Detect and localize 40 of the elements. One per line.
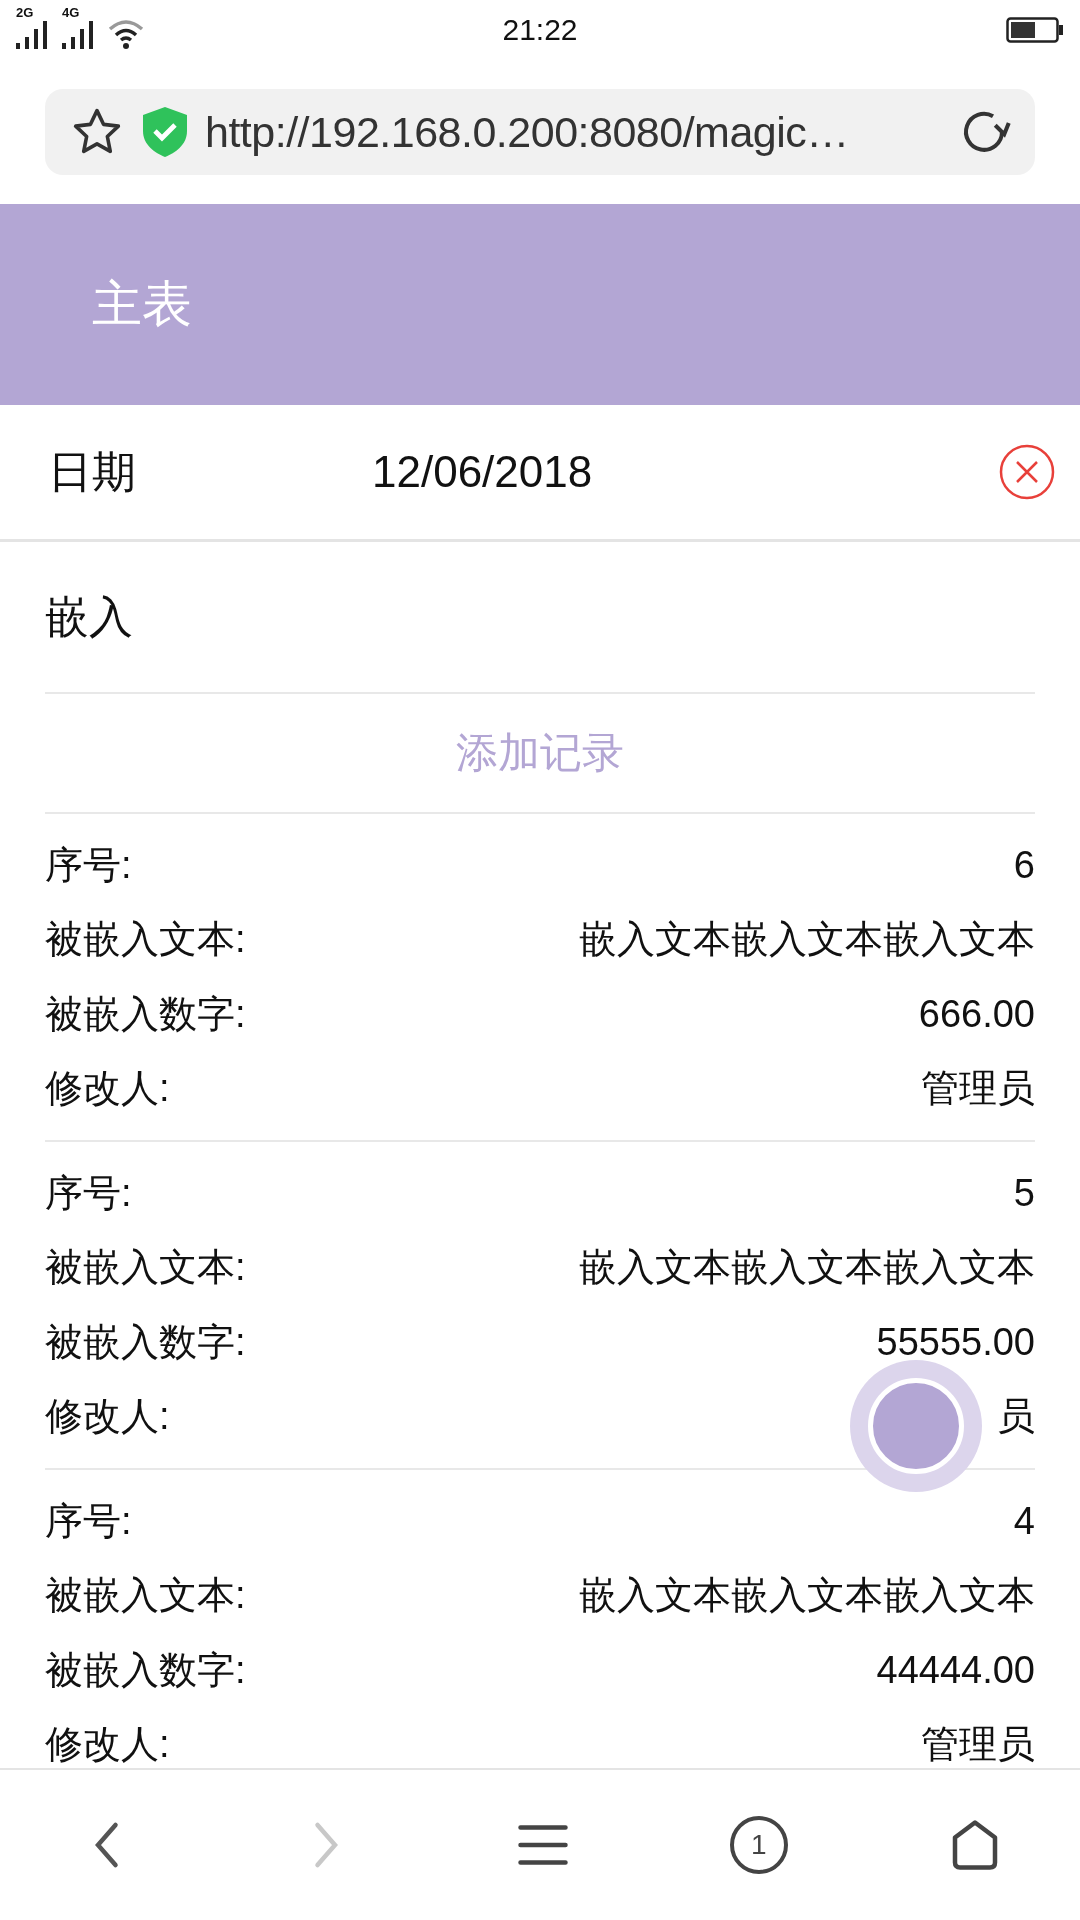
field-value: 44444.00 (876, 1648, 1035, 1692)
field-label: 被嵌入文本: (45, 1573, 246, 1619)
address-bar[interactable]: http://192.168.0.200:8080/magic… (45, 89, 1035, 175)
field-value: 55555.00 (876, 1320, 1035, 1364)
field-label: 修改人: (45, 1066, 170, 1112)
field-label: 序号: (45, 1498, 132, 1544)
url-text: http://192.168.0.200:8080/magic… (205, 107, 850, 157)
field-value: 管理员 (921, 1066, 1035, 1112)
network-type: 2G (16, 5, 34, 20)
field-label: 被嵌入文本: (45, 917, 246, 963)
page-title: 主表 (92, 275, 192, 334)
field-value: 嵌入文本嵌入文本嵌入文本 (579, 917, 1035, 963)
field-label: 被嵌入数字: (45, 1319, 246, 1365)
signal-icon (16, 19, 50, 49)
section-title: 嵌入 (45, 590, 134, 643)
field-value: 嵌入文本嵌入文本嵌入文本 (579, 1245, 1035, 1291)
wifi-icon (108, 19, 146, 49)
network-type: 4G (62, 5, 80, 20)
field-value: 嵌入文本嵌入文本嵌入文本 (579, 1573, 1035, 1619)
field-value: 5 (1013, 1171, 1035, 1215)
field-label: 被嵌入数字: (45, 991, 246, 1037)
field-value: 6 (1013, 843, 1035, 887)
field-value: 管理员 (921, 1722, 1035, 1768)
tab-count-button[interactable]: 1 (729, 1816, 788, 1874)
field-value: 4 (1013, 1499, 1035, 1543)
signal-icon (62, 19, 96, 49)
field-label: 序号: (45, 1170, 132, 1216)
shield-icon (141, 105, 189, 159)
field-label: 序号: (45, 842, 132, 888)
field-label: 被嵌入文本: (45, 1245, 246, 1291)
date-field[interactable]: 12/06/2018 (372, 447, 998, 497)
field-value: 666.00 (918, 992, 1035, 1036)
field-label: 日期 (48, 445, 137, 498)
field-label: 被嵌入数字: (45, 1647, 246, 1693)
battery-icon (1006, 17, 1064, 43)
field-label: 修改人: (45, 1722, 170, 1768)
field-label: 修改人: (45, 1394, 170, 1440)
clear-icon[interactable] (998, 443, 1056, 501)
field-value: 员 (997, 1394, 1035, 1440)
clock: 21:22 (501, 13, 579, 47)
